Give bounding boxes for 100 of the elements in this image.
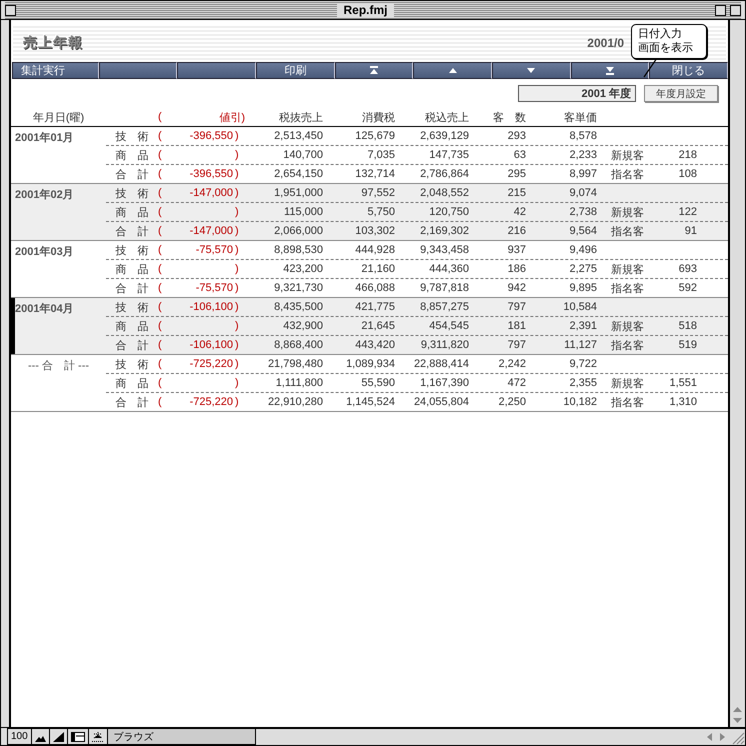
paren-text: ) [234,377,240,389]
table-cell-text: 103,302 [354,225,395,237]
month-label: 2001年01月 [14,130,75,146]
toolbar-button[interactable] [570,62,650,79]
toolbar-button[interactable] [492,62,571,79]
paren-text: ( [158,206,163,218]
year-field[interactable]: 2001 年度 [518,85,636,102]
table-cell-text: 2,639,129 [419,130,469,142]
table-cell-text: 295 [506,168,526,180]
category-cell-text: 合 計 [114,396,150,410]
paren-text: ) [234,282,240,294]
category-cell-text: 合 計 [114,338,150,352]
category-cell-text: 商 品 [114,320,150,334]
leader-line [643,58,659,78]
customer-type-cell: 指名客 [611,396,644,408]
table-cell-text: 120,750 [428,206,469,218]
toolbar-button[interactable]: 集計実行 [12,62,99,79]
customer-type-cell: 新規客 [611,206,644,218]
paren-text: ) [234,263,240,275]
table-cell-text: 2,048,552 [419,187,469,199]
table-cell-text: 8,578 [568,130,597,142]
mode-field[interactable]: ブラウズ [108,728,256,745]
table-cell-text: 216 [506,225,526,237]
scroll-up-icon[interactable] [733,706,742,712]
table-cell-text: 9,564 [568,225,597,237]
table-cell-text: 2,242 [497,358,526,370]
toolbar-button[interactable]: 閉じる [649,62,728,79]
customer-type-cell: 指名客 [611,226,644,238]
paren-text: ) [234,168,240,180]
discount-cell: -396,550 [190,168,233,180]
year-month-settings-button[interactable]: 年度月設定 [644,85,718,102]
table-cell-text: 10,182 [562,396,597,408]
paren-text: ( [158,263,163,275]
category-cell-text: 商 品 [114,206,150,220]
zoom-box[interactable] [714,4,726,16]
toolbar-button[interactable]: 印刷 [256,62,335,79]
table-cell: 592 [678,282,697,294]
table-cell: 122 [678,206,697,218]
zoom-in-icon[interactable] [52,732,64,742]
table-cell-text: 186 [506,263,526,275]
table-cell-text: 444,928 [354,244,395,256]
zoom-level[interactable]: 100 [7,728,32,745]
paren-text: ( [158,149,163,161]
table-cell-text: 21,160 [360,263,395,275]
customer-type-cell: 指名客 [611,168,644,180]
table-cell-text: 2,738 [568,206,597,218]
column-header: 税込売上 [424,110,469,124]
close-box[interactable] [5,4,16,16]
table-cell-text: 2,654,150 [273,168,323,180]
column-header: 値引) [218,110,245,124]
category-cell-text: 商 品 [114,262,150,276]
customer-type-cell: 新規客 [611,264,644,276]
table-cell-text: 2,355 [568,377,597,389]
table-cell-text: 21,645 [360,320,395,332]
table-cell-text: 22,910,280 [266,396,323,408]
resize-grip-icon[interactable] [730,730,745,744]
category-cell-text: 合 計 [114,168,150,182]
status-area-icon[interactable] [92,732,104,742]
category-cell-text: 技 術 [114,130,150,144]
discount-cell: -106,100 [190,301,233,313]
paren-text: ) [234,396,240,408]
table-cell: 218 [678,149,697,161]
window-title: Rep.fmj [337,3,394,17]
table-cell-text: 432,900 [282,320,323,332]
table-cell-text: 140,700 [282,149,323,161]
table-cell-text: 42 [512,206,526,218]
customer-type-cell: 指名客 [611,282,644,294]
column-header: 税抜売上 [278,110,323,124]
month-label: 2001年04月 [14,302,75,317]
paren-text: ( [158,130,163,142]
table-cell-text: 1,089,934 [345,358,395,370]
table-cell-text: 97,552 [360,187,395,199]
table-cell: 91 [684,225,697,237]
table-cell-text: 115,000 [283,206,323,218]
collapse-box[interactable] [730,4,741,16]
table-cell-text: 423,200 [282,263,323,275]
column-header: 客 数 [492,110,526,124]
toolbar-button[interactable] [334,62,414,79]
column-header: 消費税 [361,110,395,124]
toolbar-button[interactable] [413,62,492,79]
paren-text: ( [158,358,163,370]
table-cell-text: 7,035 [366,149,395,161]
discount-cell: -147,000 [190,225,233,237]
table-cell-text: 421,775 [354,301,395,313]
discount-cell: -725,220 [190,358,233,370]
table-cell: 693 [678,263,697,275]
discount-cell: -147,000 [190,187,233,199]
paren-text: ( [158,396,163,408]
report-title: 売上年報 [23,34,83,52]
paren-text: ) [234,301,240,313]
paren-text: ( [158,168,163,180]
paren-text: ( [158,225,163,237]
table-cell-text: 797 [506,339,526,351]
category-cell-text: 商 品 [114,148,150,162]
layout-icon[interactable] [70,732,85,742]
month-label: 2001年03月 [14,244,75,260]
scroll-down-icon[interactable] [733,718,742,724]
paren-text: ( [158,339,163,351]
table-cell-text: 937 [506,244,526,256]
category-cell-text: 技 術 [114,358,150,372]
